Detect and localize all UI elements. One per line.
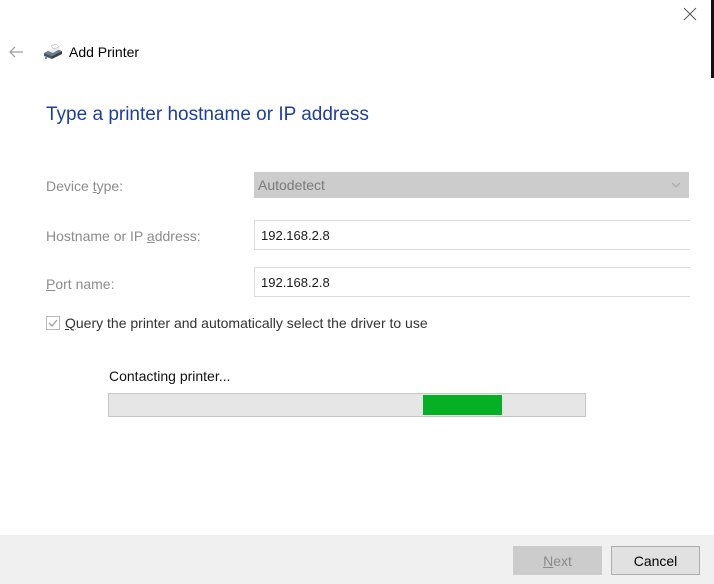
- printer-icon: [44, 43, 62, 59]
- page-title: Type a printer hostname or IP address: [46, 104, 369, 125]
- query-printer-checkbox[interactable]: [46, 316, 60, 330]
- cancel-button[interactable]: Cancel: [611, 546, 700, 575]
- window-title: Add Printer: [69, 44, 140, 60]
- query-printer-label: Query the printer and automatically sele…: [65, 315, 428, 331]
- next-button[interactable]: Next: [513, 546, 602, 575]
- progress-bar: [108, 393, 586, 417]
- footer-bar: [0, 535, 714, 584]
- close-icon: [683, 7, 697, 21]
- add-printer-window: Add Printer Type a printer hostname or I…: [0, 0, 714, 584]
- progress-status-text: Contacting printer...: [109, 368, 231, 384]
- hostname-input[interactable]: [254, 220, 690, 250]
- back-arrow-icon: [9, 46, 23, 58]
- device-type-label: Device type:: [46, 178, 124, 194]
- close-button[interactable]: [680, 4, 700, 24]
- checkmark-icon: [48, 319, 58, 327]
- progress-marquee-segment: [423, 395, 502, 415]
- port-name-input[interactable]: [254, 267, 690, 297]
- port-name-label: Port name:: [46, 276, 115, 292]
- query-printer-option[interactable]: Query the printer and automatically sele…: [46, 315, 428, 331]
- device-type-select[interactable]: Autodetect: [254, 172, 689, 198]
- back-button[interactable]: [6, 42, 26, 62]
- hostname-label: Hostname or IP address:: [46, 228, 201, 244]
- chevron-down-icon: [671, 182, 681, 188]
- device-type-value: Autodetect: [258, 177, 325, 193]
